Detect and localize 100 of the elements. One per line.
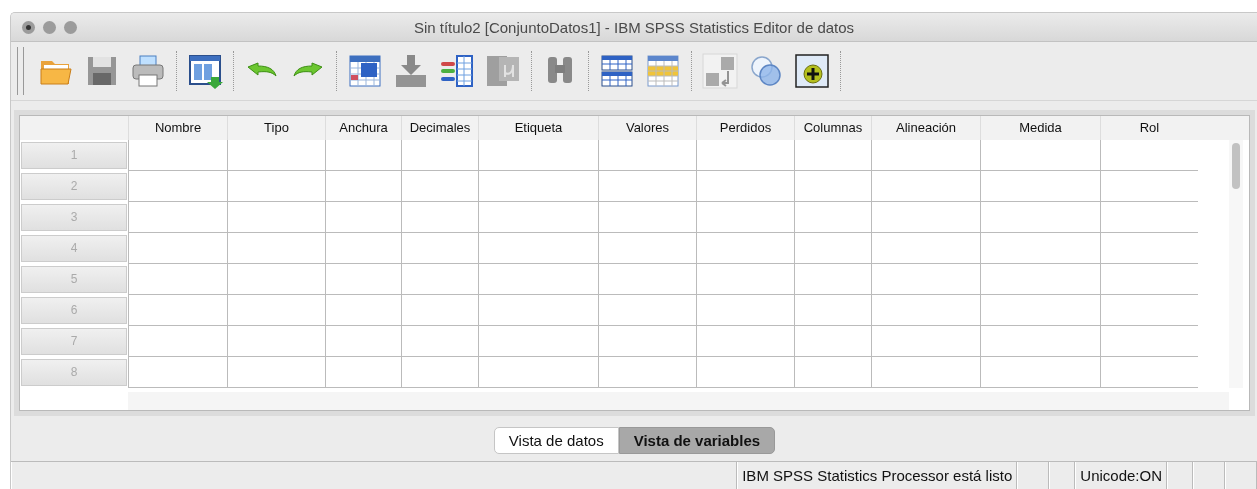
table-cell[interactable]	[227, 356, 325, 388]
horizontal-scrollbar[interactable]	[128, 391, 1229, 410]
table-cell[interactable]	[980, 325, 1100, 357]
table-cell[interactable]	[696, 325, 794, 357]
column-header[interactable]: Medida	[980, 115, 1100, 140]
table-cell[interactable]	[871, 201, 980, 233]
column-header[interactable]: Decimales	[401, 115, 478, 140]
zoom-button[interactable]	[64, 20, 77, 34]
table-cell[interactable]	[128, 325, 227, 357]
table-cell[interactable]	[401, 263, 478, 295]
table-cell[interactable]	[794, 356, 871, 388]
table-cell[interactable]	[227, 232, 325, 264]
printer-icon[interactable]	[130, 53, 166, 89]
table-cell[interactable]	[1100, 325, 1198, 357]
table-cell[interactable]	[401, 170, 478, 202]
column-header[interactable]: Rol	[1100, 115, 1198, 140]
table-cell[interactable]	[1100, 294, 1198, 326]
table-cell[interactable]	[980, 139, 1100, 171]
table-cell[interactable]	[598, 201, 696, 233]
view-tab[interactable]: Vista de datos	[493, 426, 619, 454]
table-cell[interactable]	[478, 170, 598, 202]
table-cell[interactable]	[871, 356, 980, 388]
column-header[interactable]: Tipo	[227, 115, 325, 140]
insert-column-icon[interactable]	[439, 53, 475, 89]
table-cell[interactable]	[696, 263, 794, 295]
table-cell[interactable]	[325, 356, 401, 388]
table-cell[interactable]	[227, 263, 325, 295]
table-cell[interactable]	[598, 294, 696, 326]
table-cell[interactable]	[696, 139, 794, 171]
table-cell[interactable]	[696, 201, 794, 233]
table-cell[interactable]	[871, 232, 980, 264]
table-cell[interactable]	[128, 201, 227, 233]
table-cell[interactable]	[478, 139, 598, 171]
table-cell[interactable]	[128, 170, 227, 202]
table-cell[interactable]	[696, 294, 794, 326]
table-cell[interactable]	[1100, 170, 1198, 202]
table-cell[interactable]	[980, 263, 1100, 295]
table-cell[interactable]	[794, 294, 871, 326]
table-cell[interactable]	[1100, 356, 1198, 388]
table-cell[interactable]	[478, 201, 598, 233]
column-header[interactable]: Perdidos	[696, 115, 794, 140]
table-cell[interactable]	[598, 325, 696, 357]
table-cell[interactable]	[227, 139, 325, 171]
table-cell[interactable]	[401, 201, 478, 233]
view-tab[interactable]: Vista de variables	[618, 426, 776, 454]
column-header[interactable]: Columnas	[794, 115, 871, 140]
table-cell[interactable]	[980, 232, 1100, 264]
table-cell[interactable]	[478, 294, 598, 326]
table-cell[interactable]	[696, 232, 794, 264]
table-cell[interactable]	[871, 263, 980, 295]
table-cell[interactable]	[478, 325, 598, 357]
table-cell[interactable]	[478, 263, 598, 295]
table-cell[interactable]	[980, 294, 1100, 326]
circles-icon[interactable]	[748, 53, 784, 89]
table-cell[interactable]	[794, 325, 871, 357]
table-cell[interactable]	[980, 356, 1100, 388]
table-cell[interactable]	[794, 232, 871, 264]
table-cell[interactable]	[696, 356, 794, 388]
table-cell[interactable]	[401, 294, 478, 326]
table-cell[interactable]	[871, 294, 980, 326]
table-cell[interactable]	[128, 356, 227, 388]
table-cell[interactable]	[871, 325, 980, 357]
table-cell[interactable]	[401, 232, 478, 264]
table-cell[interactable]	[794, 170, 871, 202]
table-cell[interactable]	[696, 170, 794, 202]
table-cell[interactable]	[325, 139, 401, 171]
close-button[interactable]	[22, 20, 35, 34]
minimize-button[interactable]	[43, 20, 56, 34]
grid-table-icon[interactable]	[645, 53, 681, 89]
window-arrow-icon[interactable]	[187, 53, 223, 89]
scrollbar-track[interactable]	[1229, 139, 1243, 388]
table-cell[interactable]	[1100, 201, 1198, 233]
table-cell[interactable]	[128, 232, 227, 264]
table-cell[interactable]	[1100, 263, 1198, 295]
table-cell[interactable]	[128, 263, 227, 295]
scrollbar-thumb[interactable]	[1232, 142, 1240, 189]
table-cell[interactable]	[325, 170, 401, 202]
table-cell[interactable]	[980, 201, 1100, 233]
table-cell[interactable]	[598, 232, 696, 264]
table-cell[interactable]	[980, 170, 1100, 202]
table-cell[interactable]	[598, 170, 696, 202]
two-tables-icon[interactable]	[599, 53, 635, 89]
table-cell[interactable]	[794, 263, 871, 295]
table-cell[interactable]	[128, 294, 227, 326]
table-cell[interactable]	[598, 139, 696, 171]
table-cell[interactable]	[128, 139, 227, 171]
plus-icon[interactable]	[794, 53, 830, 89]
table-cell[interactable]	[1100, 232, 1198, 264]
column-header[interactable]: Nombre	[128, 115, 227, 140]
table-cell[interactable]	[401, 139, 478, 171]
table-cell[interactable]	[598, 356, 696, 388]
table-cell[interactable]	[227, 294, 325, 326]
column-header[interactable]: Alineación	[871, 115, 980, 140]
table-cell[interactable]	[401, 356, 478, 388]
table-cell[interactable]	[478, 356, 598, 388]
column-header[interactable]: Etiqueta	[478, 115, 598, 140]
table-cell[interactable]	[794, 201, 871, 233]
table-cell[interactable]	[598, 263, 696, 295]
table-cell[interactable]	[325, 201, 401, 233]
toolbar-grip[interactable]	[17, 47, 24, 95]
